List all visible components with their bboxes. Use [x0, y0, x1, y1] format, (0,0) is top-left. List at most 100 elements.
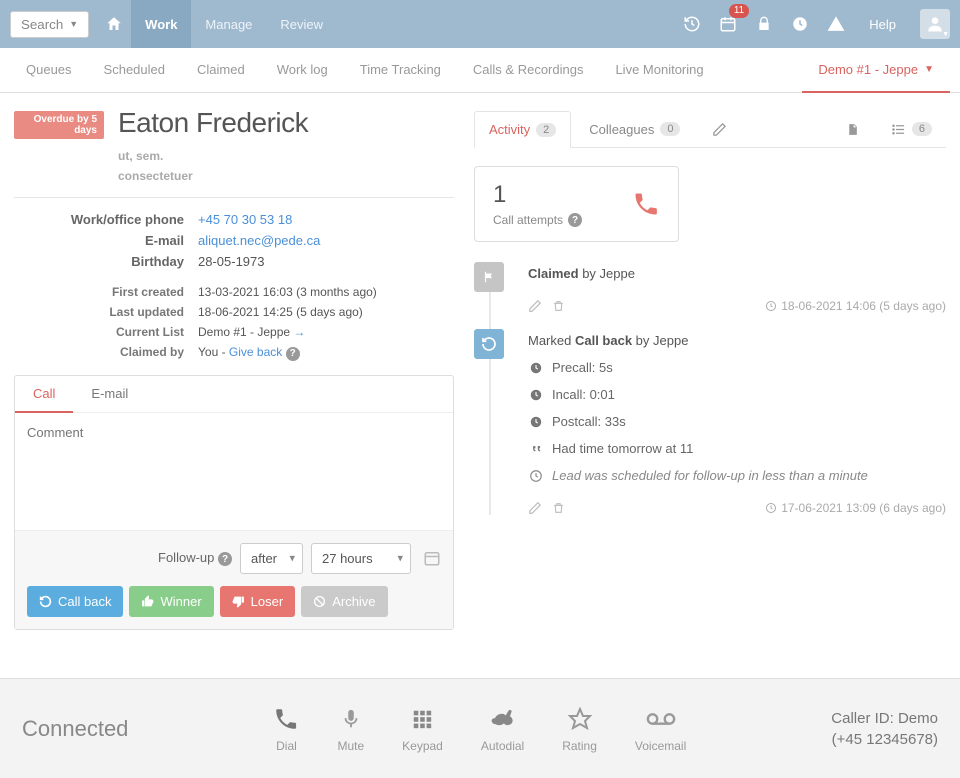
subnav: Queues Scheduled Claimed Work log Time T… [0, 48, 960, 93]
email-link[interactable]: aliquet.nec@pede.ca [198, 233, 320, 248]
timeline: Claimed by Jeppe 18-06-2021 14:06 (5 day… [474, 262, 946, 515]
dial-button[interactable]: Dial [273, 705, 299, 753]
give-back-link[interactable]: Give back [229, 345, 282, 359]
nav-manage[interactable]: Manage [191, 0, 266, 48]
history-icon[interactable] [675, 0, 709, 48]
phone-icon [632, 190, 660, 218]
caret-down-icon: ▼ [924, 64, 934, 75]
subnav-active-label: Demo #1 - Jeppe [818, 62, 918, 77]
star-icon [568, 705, 592, 733]
help-label: Help [869, 17, 896, 32]
event-timestamp: 17-06-2021 13:09 (6 days ago) [765, 501, 946, 515]
subnav-queues[interactable]: Queues [10, 48, 88, 92]
keypad-icon [411, 705, 433, 733]
call-attempts-card: 1 Call attempts ? [474, 166, 679, 242]
phone-label: Work/office phone [14, 212, 184, 227]
current-list-label: Current List [14, 325, 184, 339]
nav-label: Review [280, 17, 323, 32]
tab-activity[interactable]: Activity 2 [474, 111, 571, 148]
autodial-button[interactable]: Autodial [481, 705, 524, 753]
help-tooltip-icon[interactable]: ? [568, 213, 582, 227]
birthday-value: 28-05-1973 [198, 254, 265, 269]
warning-icon[interactable] [819, 0, 853, 48]
current-list-arrow-icon[interactable]: → [293, 325, 305, 339]
lead-name: Eaton Frederick [118, 107, 308, 139]
help-link[interactable]: Help [855, 17, 910, 32]
dialer-bar: Connected Dial Mute Keypad Autodial Rati… [0, 678, 960, 778]
followup-label: Follow-up ? [27, 550, 232, 567]
rabbit-icon [489, 705, 517, 733]
help-tooltip-icon[interactable]: ? [218, 552, 232, 566]
call-status: Connected [22, 716, 128, 742]
comment-textarea[interactable] [27, 425, 441, 515]
timeline-event: Marked Call back by Jeppe Precall: 5s In… [514, 329, 946, 515]
trash-icon[interactable] [552, 501, 565, 515]
help-tooltip-icon[interactable]: ? [286, 347, 300, 361]
quote-icon [528, 442, 544, 456]
calendar-picker-icon[interactable] [423, 549, 441, 567]
keypad-button[interactable]: Keypad [402, 705, 443, 753]
archive-button[interactable]: Archive [301, 586, 387, 617]
nav-label: Manage [205, 17, 252, 32]
nav-review[interactable]: Review [266, 0, 337, 48]
calendar-icon[interactable]: 11 [711, 0, 745, 48]
search-dropdown[interactable]: Search ▼ [10, 11, 89, 38]
edit-icon[interactable] [698, 112, 741, 147]
edit-icon[interactable] [528, 299, 542, 313]
tab-colleagues[interactable]: Colleagues 0 [575, 112, 694, 147]
subnav-worklog[interactable]: Work log [261, 48, 344, 92]
loser-button[interactable]: Loser [220, 586, 296, 617]
phone-link[interactable]: +45 70 30 53 18 [198, 212, 292, 227]
compose-tab-email[interactable]: E-mail [73, 376, 146, 412]
event-title: Marked Call back by Jeppe [528, 333, 946, 348]
claimed-by-label: Claimed by [14, 345, 184, 361]
winner-button[interactable]: Winner [129, 586, 213, 617]
mute-button[interactable]: Mute [337, 705, 364, 753]
compose-tab-call[interactable]: Call [15, 376, 73, 413]
detail-text: Incall: 0:01 [552, 387, 615, 402]
followup-mode-select[interactable]: after [240, 543, 303, 574]
subnav-calls[interactable]: Calls & Recordings [457, 48, 600, 92]
followup-duration-select[interactable]: 27 hours [311, 543, 411, 574]
call-attempts-number: 1 [493, 181, 582, 209]
user-menu[interactable]: ▼ [920, 9, 950, 39]
rating-button[interactable]: Rating [562, 705, 597, 753]
current-list-value: Demo #1 - Jeppe [198, 325, 290, 339]
microphone-icon [340, 705, 362, 733]
calendar-badge: 11 [729, 4, 749, 18]
caller-id: Caller ID: Demo (+45 12345678) [831, 708, 938, 750]
compose-box: Call E-mail Follow-up ? after 27 hours [14, 375, 454, 630]
subnav-timetracking[interactable]: Time Tracking [344, 48, 457, 92]
flag-icon [474, 262, 504, 292]
list-icon[interactable]: 6 [877, 112, 946, 147]
edit-icon[interactable] [528, 501, 542, 515]
refresh-icon [474, 329, 504, 359]
lead-panel: Overdue by 5 days Eaton Frederick ut, se… [14, 111, 454, 693]
document-icon[interactable] [832, 112, 873, 147]
subnav-scheduled[interactable]: Scheduled [88, 48, 181, 92]
detail-text: Precall: 5s [552, 360, 613, 375]
subnav-live[interactable]: Live Monitoring [599, 48, 719, 92]
detail-text: Had time tomorrow at 11 [552, 441, 693, 456]
subnav-claimed[interactable]: Claimed [181, 48, 261, 92]
lead-sub1: ut, sem. [118, 149, 308, 163]
voicemail-button[interactable]: Voicemail [635, 705, 686, 753]
lead-sub2: consectetuer [118, 169, 308, 183]
phone-icon [273, 705, 299, 733]
birthday-label: Birthday [14, 254, 184, 269]
first-created-label: First created [14, 285, 184, 299]
last-updated-value: 18-06-2021 14:25 (5 days ago) [198, 305, 363, 319]
callback-button[interactable]: Call back [27, 586, 123, 617]
lock-icon[interactable] [747, 0, 781, 48]
claimed-by-value: You - [198, 345, 229, 359]
clock-icon[interactable] [783, 0, 817, 48]
first-created-value: 13-03-2021 16:03 (3 months ago) [198, 285, 377, 299]
subnav-active-list[interactable]: Demo #1 - Jeppe ▼ [802, 48, 950, 93]
event-title: Claimed by Jeppe [528, 266, 946, 281]
voicemail-icon [646, 705, 676, 733]
detail-text: Lead was scheduled for follow-up in less… [552, 468, 868, 483]
trash-icon[interactable] [552, 299, 565, 313]
nav-work[interactable]: Work [131, 0, 191, 48]
main: Overdue by 5 days Eaton Frederick ut, se… [0, 93, 960, 693]
home-icon[interactable] [97, 0, 131, 48]
